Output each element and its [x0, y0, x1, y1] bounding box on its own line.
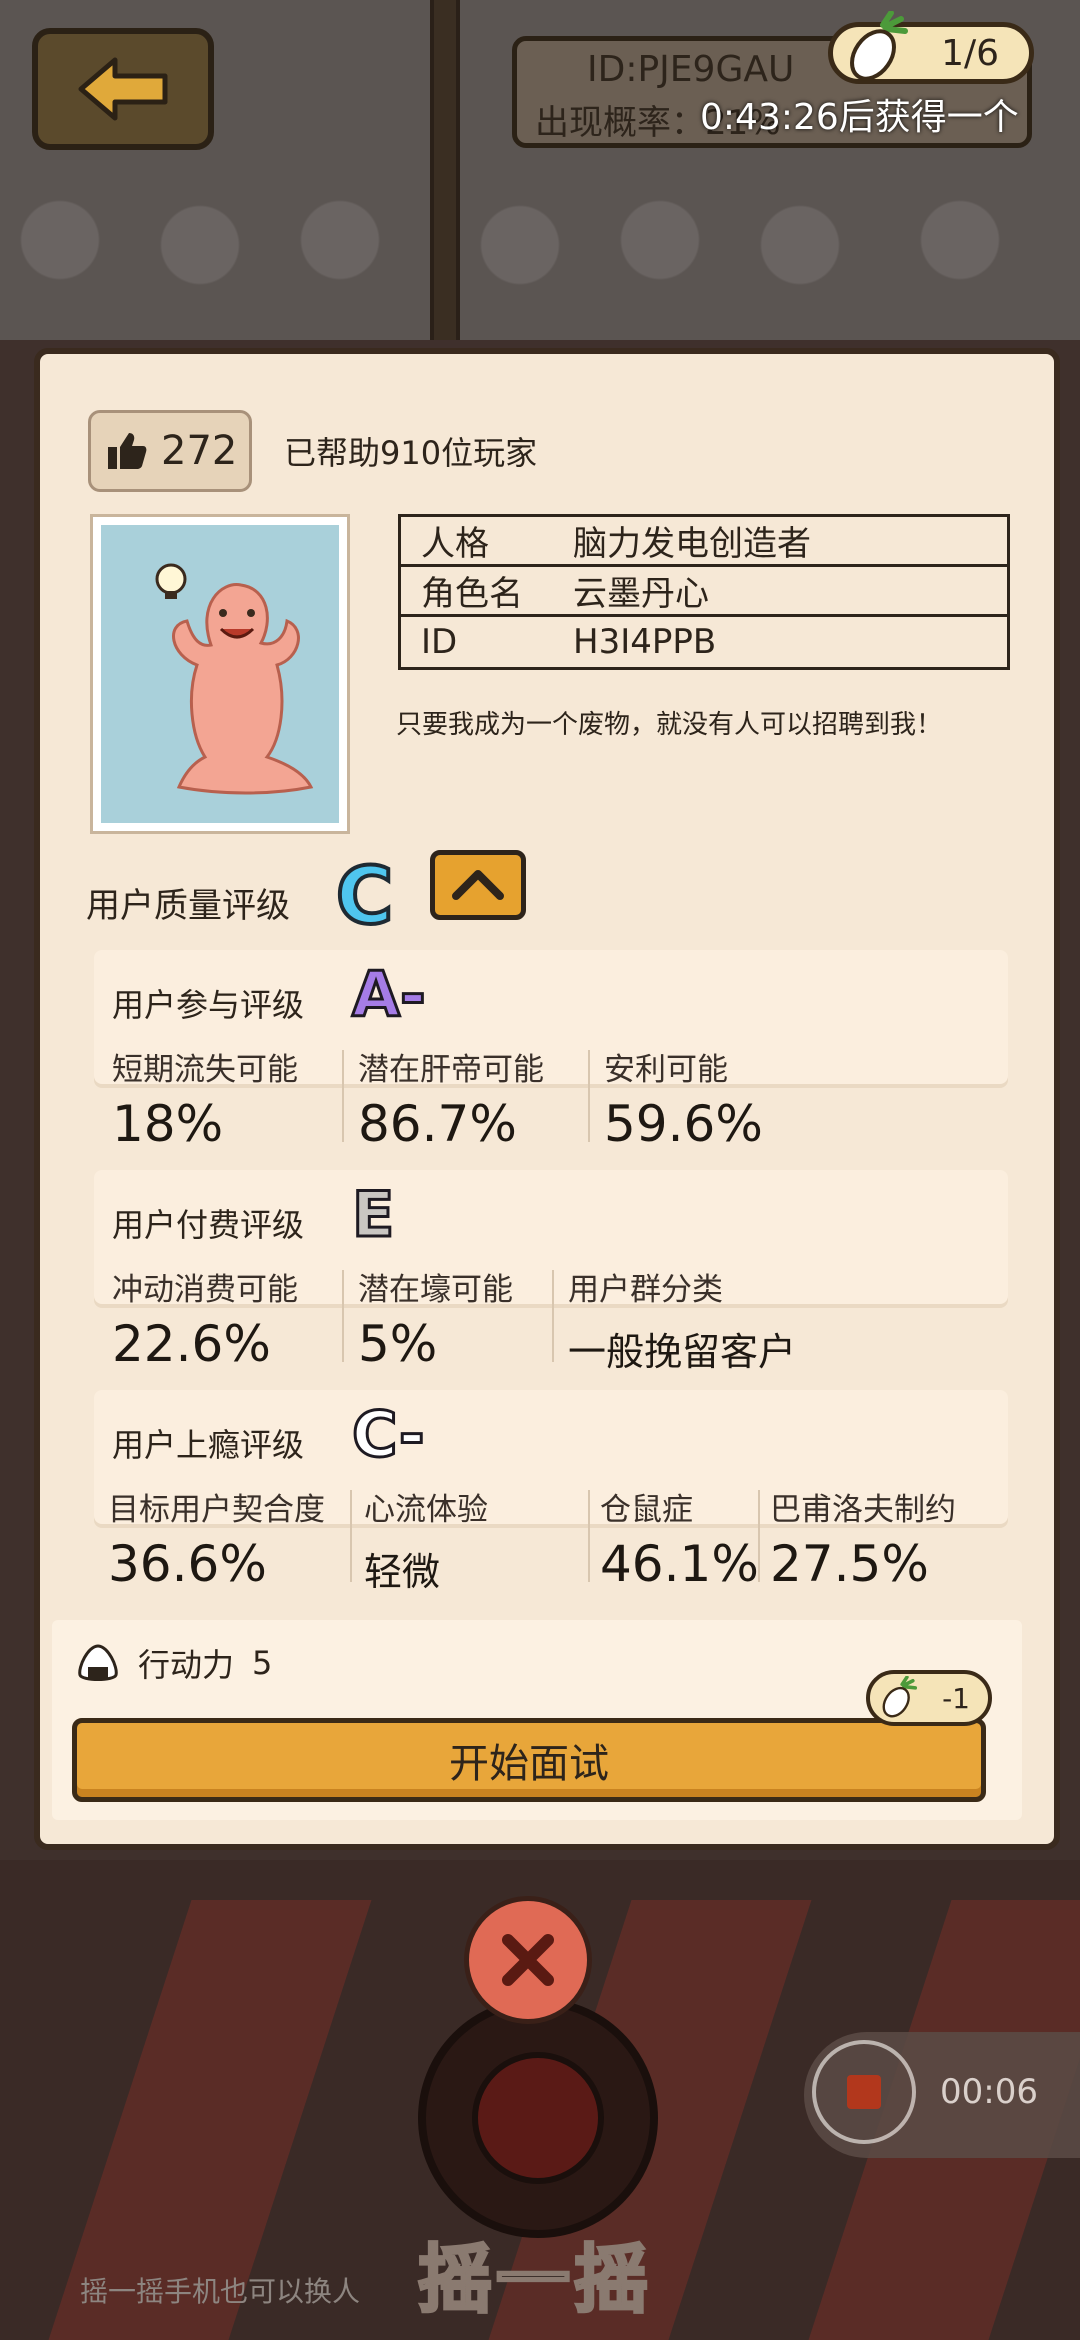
info-row-id: ID H3I4PPB [401, 617, 1007, 667]
radish-counter[interactable]: 1/6 [828, 11, 1034, 84]
start-interview-button[interactable]: 开始面试 [72, 1718, 986, 1802]
start-interview-label: 开始面试 [449, 1741, 609, 1787]
metric-label: 巴甫洛夫制约 [770, 1492, 956, 1528]
metric-label: 冲动消费可能 [112, 1272, 298, 1308]
close-icon [502, 1934, 554, 1986]
info-value: H3I4PPB [573, 622, 717, 662]
engagement-rating-section: 用户参与评级 A- 短期流失可能 18% 潜在肝帝可能 86.7% 安利可能 5… [94, 950, 1008, 1153]
back-arrow-icon [78, 57, 168, 121]
divider [588, 1050, 590, 1142]
chevron-up-icon [452, 870, 504, 900]
candidate-card: 272 已帮助910位玩家 人格 脑力发电创造者 角色名 云墨丹心 ID H3I… [34, 348, 1060, 1850]
quality-rating-label: 用户质量评级 [86, 886, 290, 926]
metric-label: 心流体验 [364, 1492, 488, 1528]
metric-label: 安利可能 [604, 1052, 728, 1088]
likes-count: 272 [161, 428, 238, 474]
quality-rating-grade: C [334, 850, 395, 944]
metric-flow: 心流体验 轻微 [364, 1484, 488, 1596]
metric-user-group: 用户群分类 一般挽留客户 [568, 1264, 796, 1376]
rice-ball-icon [78, 1644, 118, 1681]
metric-label: 用户群分类 [568, 1272, 723, 1308]
info-value: 云墨丹心 [573, 574, 709, 614]
divider [342, 1050, 344, 1142]
metric-recommend: 安利可能 59.6% [604, 1044, 763, 1153]
info-row-role-name: 角色名 云墨丹心 [401, 567, 1007, 617]
metric-value: 一般挽留客户 [568, 1330, 797, 1374]
section-title: 用户上瘾评级 [112, 1426, 305, 1464]
metric-value: 27.5% [770, 1535, 929, 1593]
helped-players-text: 已帮助910位玩家 [284, 434, 538, 472]
metric-target-fit: 目标用户契合度 36.6% [108, 1484, 325, 1593]
radish-icon [882, 1676, 918, 1718]
metric-label: 仓鼠症 [600, 1492, 693, 1528]
background-pole [430, 0, 460, 340]
character-portrait [90, 514, 350, 834]
character-info-table: 人格 脑力发电创造者 角色名 云墨丹心 ID H3I4PPB [398, 514, 1010, 670]
shake-button[interactable] [418, 1998, 658, 2238]
action-area: 行动力 5 开始面试 -1 [52, 1620, 1022, 1820]
metric-value: 46.1% [600, 1535, 759, 1593]
metric-value: 轻微 [364, 1550, 441, 1594]
info-key: ID [421, 622, 458, 662]
section-grade: E [350, 1177, 395, 1253]
cost-badge: -1 [866, 1670, 992, 1726]
crowd-silhouettes [0, 200, 1080, 340]
close-button[interactable] [464, 1896, 592, 2024]
cost-value: -1 [942, 1681, 970, 1715]
record-stop-icon [847, 2075, 881, 2109]
divider [342, 1270, 344, 1362]
thumbs-up-icon [108, 433, 147, 469]
back-button[interactable] [32, 28, 214, 150]
payment-rating-section: 用户付费评级 E 冲动消费可能 22.6% 潜在壕可能 5% 用户群分类 一般挽… [94, 1170, 1008, 1374]
metric-label: 潜在肝帝可能 [358, 1052, 544, 1088]
radish-count: 1/6 [941, 33, 999, 74]
record-time: 00:06 [940, 2072, 1038, 2112]
refill-timer: 0:43:26后获得一个 [700, 97, 1019, 138]
character-illustration [155, 563, 314, 795]
section-title: 用户付费评级 [112, 1206, 305, 1244]
metric-whale: 潜在壕可能 5% [358, 1264, 513, 1373]
energy-label: 行动力 [138, 1646, 235, 1684]
metric-value: 22.6% [112, 1315, 271, 1373]
section-grade: C- [351, 1397, 427, 1473]
likes-badge[interactable]: 272 [88, 410, 252, 492]
metric-value: 18% [112, 1095, 224, 1153]
divider [588, 1490, 590, 1582]
divider [758, 1490, 760, 1582]
divider [552, 1270, 554, 1362]
metric-impulse: 冲动消费可能 22.6% [112, 1264, 298, 1373]
metric-label: 潜在壕可能 [358, 1272, 513, 1308]
energy-row: 行动力 5 [76, 1640, 272, 1686]
shake-hint: 摇一摇手机也可以换人 [80, 2275, 361, 2308]
addiction-rating-section: 用户上瘾评级 C- 目标用户契合度 36.6% 心流体验 轻微 仓鼠症 46.1… [94, 1390, 1008, 1594]
metric-label: 目标用户契合度 [108, 1492, 325, 1528]
metric-pavlov: 巴甫洛夫制约 27.5% [770, 1484, 956, 1593]
info-row-personality: 人格 脑力发电创造者 [401, 517, 1007, 567]
shake-button-core [472, 2052, 604, 2184]
metric-value: 86.7% [358, 1095, 517, 1153]
section-title: 用户参与评级 [112, 986, 305, 1024]
collapse-button[interactable] [430, 850, 526, 920]
radish-icon [850, 11, 908, 81]
record-stop-button[interactable] [812, 2040, 916, 2144]
metric-value: 5% [358, 1315, 438, 1373]
character-quote: 只要我成为一个废物，就没有人可以招聘到我！ [396, 710, 943, 740]
metric-hoarding: 仓鼠症 46.1% [600, 1484, 759, 1593]
metric-value: 36.6% [108, 1535, 267, 1593]
divider [350, 1490, 352, 1582]
candidate-id: ID:PJE9GAU [587, 49, 795, 90]
metric-grinder: 潜在肝帝可能 86.7% [358, 1044, 544, 1153]
screen-record-widget: 00:06 [804, 2032, 1080, 2158]
info-key: 人格 [421, 524, 489, 564]
shake-label: 摇一摇 [417, 2236, 652, 2325]
info-key: 角色名 [421, 574, 523, 614]
metric-value: 59.6% [604, 1095, 763, 1153]
info-value: 脑力发电创造者 [573, 524, 811, 564]
metric-churn: 短期流失可能 18% [112, 1044, 298, 1153]
metric-label: 短期流失可能 [112, 1052, 298, 1088]
energy-value: 5 [252, 1644, 273, 1682]
section-grade: A- [351, 957, 428, 1033]
